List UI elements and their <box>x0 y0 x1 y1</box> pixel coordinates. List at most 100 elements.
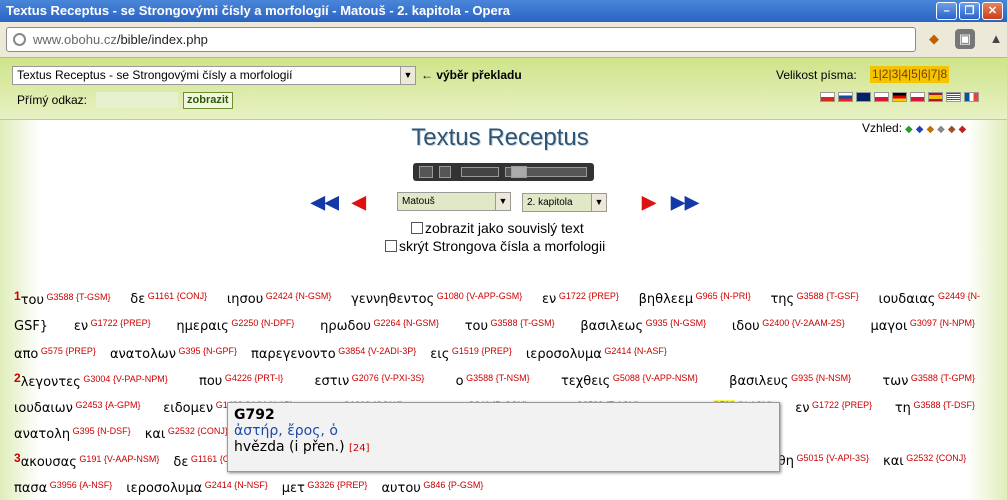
theme-green-icon[interactable]: ◆ <box>905 124 913 135</box>
greek-word[interactable]: GSF} <box>14 314 48 336</box>
greek-word[interactable]: ιησου G2424 {N-GSM} <box>227 287 331 310</box>
flag-pl-icon[interactable] <box>874 92 889 102</box>
strong-number[interactable]: G3588 <box>44 292 74 302</box>
greek-word[interactable]: των G3588 {T-GPM} <box>882 369 975 392</box>
maximize-button[interactable]: ❐ <box>959 2 980 20</box>
audio-player[interactable] <box>413 163 594 181</box>
greek-word[interactable]: του G3588 {T-GSM} <box>465 314 555 336</box>
flag-es-icon[interactable] <box>928 92 943 102</box>
strong-number[interactable]: G1080 <box>434 291 464 301</box>
strong-number[interactable]: G2532 <box>904 453 933 463</box>
strong-number[interactable]: G3097 <box>907 318 937 328</box>
strong-number[interactable]: G2532 <box>165 426 195 436</box>
strong-number[interactable]: G4226 <box>222 373 252 383</box>
theme-blue-icon[interactable]: ◆ <box>916 124 924 135</box>
font-size-options[interactable]: 1|2|3|4|5|6|7|8 <box>870 66 950 83</box>
greek-word[interactable]: δε G1161 {CONJ} <box>130 287 207 310</box>
theme-orange-icon[interactable]: ◆ <box>926 124 934 135</box>
greek-word[interactable]: που G4226 {PRT-I} <box>199 369 283 392</box>
greek-word[interactable]: ιουδαιων G2453 {A-GPM} <box>14 396 141 418</box>
greek-word[interactable]: και G2532 {CONJ} <box>883 453 966 469</box>
greek-word[interactable]: εστιν G2076 {V-PXI-3S} <box>315 369 425 392</box>
strong-number[interactable]: G395 <box>70 426 95 436</box>
greek-word[interactable]: 2λεγοντες G3004 {V-PAP-NPM} <box>14 369 168 392</box>
flag-pl2-icon[interactable] <box>910 92 925 102</box>
book-select[interactable]: Matouš ▼ <box>397 192 511 211</box>
strong-number[interactable]: G1722 <box>88 318 118 328</box>
strong-number[interactable]: G575 <box>38 346 63 356</box>
strong-number[interactable]: G3588 <box>488 318 518 328</box>
strong-number[interactable]: G2449 <box>935 291 965 301</box>
strong-number[interactable]: G2453 <box>73 400 102 410</box>
strong-number[interactable]: G2264 <box>371 318 400 328</box>
strong-number[interactable]: G965 <box>693 291 718 301</box>
theme-brown-icon[interactable]: ◆ <box>948 124 956 135</box>
greek-word[interactable]: απο G575 {PREP} <box>14 346 96 362</box>
progress-handle[interactable] <box>511 166 527 178</box>
greek-word[interactable]: της G3588 {T-GSF} <box>770 287 858 310</box>
greek-word[interactable]: ιδου G2400 {V-2AAM-2S} <box>732 314 845 336</box>
chevron-down-icon[interactable]: ▼ <box>495 193 510 210</box>
minimize-button[interactable]: – <box>936 2 957 20</box>
play-icon[interactable] <box>419 166 433 178</box>
greek-word[interactable]: αυτου G846 {P-GSM} <box>381 480 483 496</box>
greek-word[interactable]: ηρωδου G2264 {N-GSM} <box>320 314 439 336</box>
greek-word[interactable]: πασα G3956 {A-NSF} <box>14 480 112 496</box>
greek-word[interactable]: μετ G3326 {PREP} <box>282 480 368 496</box>
greek-word[interactable]: εν G1722 {PREP} <box>542 287 619 310</box>
greek-word[interactable]: εν G1722 {PREP} <box>795 396 872 418</box>
strong-number[interactable]: G2424 <box>263 291 293 301</box>
theme-gray-icon[interactable]: ◆ <box>937 124 945 135</box>
strong-number[interactable]: G5088 <box>610 373 640 383</box>
strong-number[interactable]: G1722 <box>810 400 839 410</box>
strong-number[interactable]: G191 <box>77 454 101 464</box>
greek-word[interactable]: τεχθεις G5088 {V-APP-NSM} <box>561 369 698 392</box>
direct-link-input[interactable] <box>96 92 178 108</box>
flag-cz-icon[interactable] <box>820 92 835 102</box>
flag-fr-icon[interactable] <box>964 92 979 102</box>
greek-word[interactable]: ιεροσολυμα G2414 {N-ASF} <box>526 346 667 362</box>
greek-word[interactable]: ιεροσολυμα G2414 {N-NSF} <box>126 480 267 496</box>
greek-word[interactable]: 1του G3588 {T-GSM} <box>14 287 111 310</box>
greek-word[interactable]: ανατολων G395 {N-GPF} <box>110 346 237 362</box>
theme-red-icon[interactable]: ◆ <box>959 124 967 135</box>
show-button[interactable]: zobrazit <box>183 92 233 109</box>
prev-book-icon[interactable]: ◀◀ <box>311 193 339 211</box>
strong-number[interactable]: G2414 <box>202 480 232 490</box>
chapter-select[interactable]: 2. kapitola ▼ <box>522 193 607 212</box>
greek-word[interactable]: βασιλεως G935 {N-GSM} <box>580 314 706 336</box>
greek-word[interactable]: 3ακουσας G191 {V-AAP-NSM} <box>14 451 159 470</box>
flag-gr-icon[interactable] <box>946 92 961 102</box>
strong-number[interactable]: G2076 <box>349 373 379 383</box>
strong-number[interactable]: G3004 <box>81 374 110 384</box>
greek-word[interactable]: και G2532 {CONJ} <box>145 426 228 442</box>
strong-number[interactable]: G1519 <box>449 346 479 356</box>
next-book-icon[interactable]: ▶▶ <box>671 193 699 211</box>
strong-number[interactable]: G3588 <box>464 373 493 383</box>
strong-number[interactable]: G1161 <box>188 454 217 464</box>
strong-number[interactable]: G3588 <box>911 400 940 410</box>
volume-slider[interactable] <box>461 167 499 177</box>
greek-word[interactable]: ο G3588 {T-NSM} <box>456 369 530 392</box>
greek-word[interactable]: τη G3588 {T-DSF} <box>895 396 975 418</box>
continuous-text-checkbox[interactable]: zobrazit jako souvislý text <box>411 220 584 236</box>
chevron-down-icon[interactable]: ▼ <box>591 194 606 211</box>
flag-de-icon[interactable] <box>892 92 907 102</box>
flag-sk-icon[interactable] <box>838 92 853 102</box>
wand-icon[interactable]: ▣ <box>955 29 975 49</box>
tooltip-greek-lemma[interactable]: ἀστήρ, ἔρος, ὁ <box>234 423 773 439</box>
greek-word[interactable]: ιουδαιας G2449 {N- <box>878 287 980 310</box>
prev-chapter-icon[interactable]: ◀ <box>352 193 366 211</box>
strong-number[interactable]: G2400 <box>760 318 789 328</box>
greek-word[interactable]: παρεγενοντο G3854 {V-2ADI-3P} <box>251 346 416 362</box>
greek-word[interactable]: ανατολη G395 {N-DSF} <box>14 426 131 442</box>
next-chapter-icon[interactable]: ▶ <box>642 193 656 211</box>
stop-icon[interactable] <box>439 166 451 178</box>
flag-uk-icon[interactable] <box>856 92 871 102</box>
greek-word[interactable]: γεννηθεντος G1080 {V-APP-GSM} <box>351 287 522 310</box>
strong-number[interactable]: G5015 <box>794 453 823 463</box>
greek-word[interactable]: μαγοι G3097 {N-NPM} <box>871 314 975 336</box>
strong-number[interactable]: G3588 <box>908 373 938 383</box>
strong-number[interactable]: G3854 <box>336 346 365 356</box>
strong-number[interactable]: G1722 <box>556 291 586 301</box>
